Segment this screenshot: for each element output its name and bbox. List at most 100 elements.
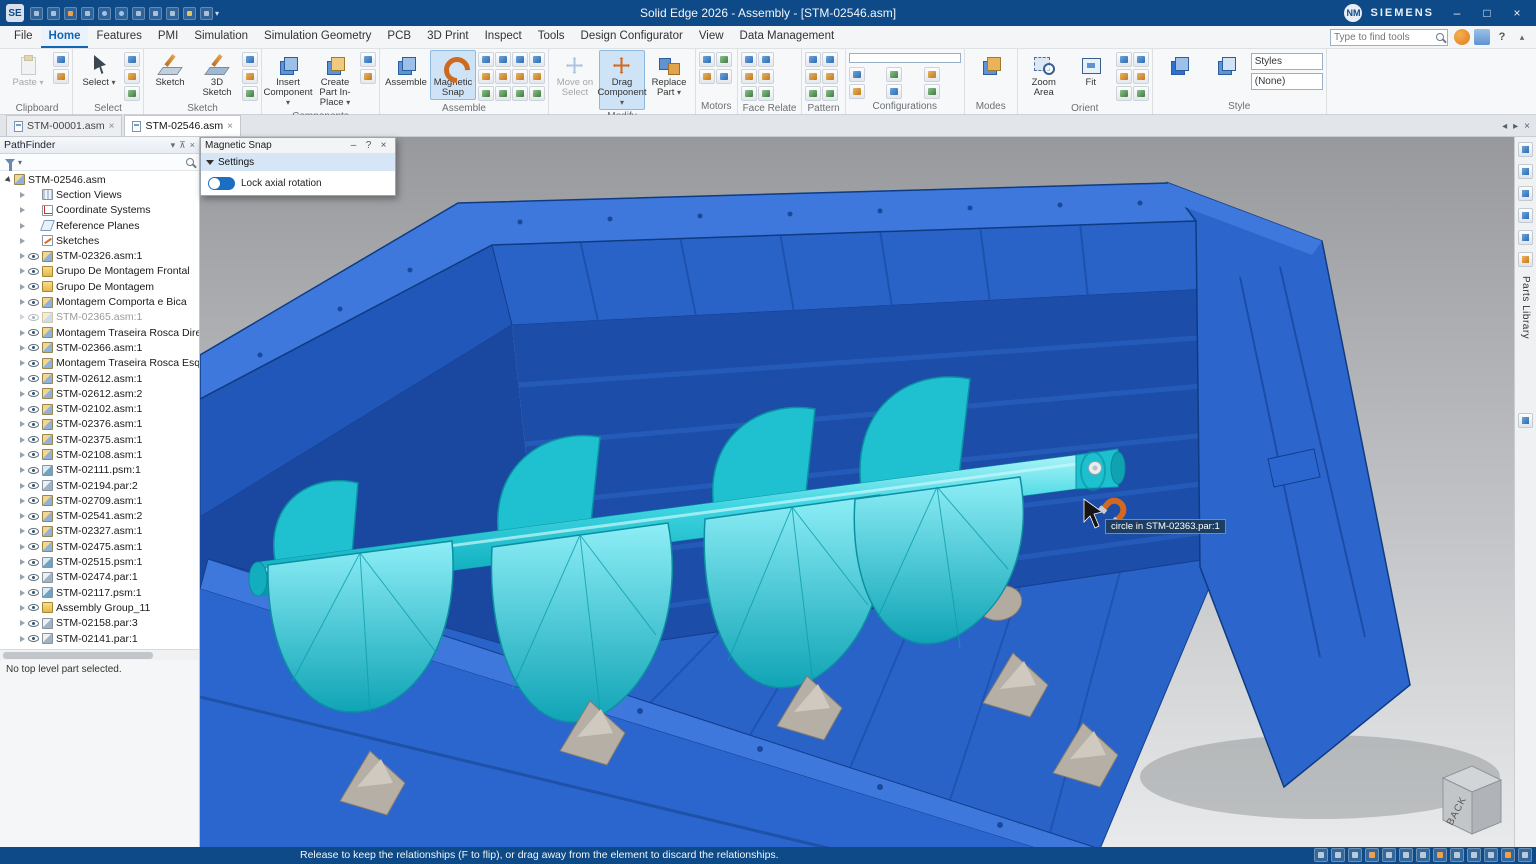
- style-cube-button[interactable]: [1156, 50, 1202, 79]
- rigid-icon[interactable]: [529, 86, 545, 101]
- duplicate-icon[interactable]: [822, 69, 838, 84]
- tree-item[interactable]: Montagem Traseira Rosca Esque: [0, 356, 199, 371]
- tree-item[interactable]: STM-02366.asm:1: [0, 340, 199, 355]
- help-icon[interactable]: [1494, 29, 1510, 45]
- close-tab-icon[interactable]: [227, 121, 233, 132]
- rotate-icon[interactable]: [1116, 69, 1132, 84]
- expand-icon[interactable]: [20, 253, 25, 259]
- visibility-eye-icon[interactable]: [28, 406, 39, 413]
- expand-icon[interactable]: [20, 192, 25, 198]
- tree-item[interactable]: STM-02158.par:3: [0, 616, 199, 631]
- look-at-face-icon[interactable]: [1450, 848, 1464, 862]
- visibility-eye-icon[interactable]: [28, 574, 39, 581]
- visibility-eye-icon[interactable]: [28, 451, 39, 458]
- expand-icon[interactable]: [20, 345, 25, 351]
- minimize-button[interactable]: –: [1442, 1, 1472, 25]
- style-icon[interactable]: [200, 7, 213, 20]
- visibility-eye-icon[interactable]: [28, 299, 39, 306]
- select-button[interactable]: Select: [76, 50, 122, 90]
- gear-icon[interactable]: [529, 69, 545, 84]
- ribbon-tab[interactable]: Inspect: [477, 26, 530, 48]
- zoom-area-button[interactable]: Zoom Area: [1021, 50, 1067, 100]
- expand-icon[interactable]: [20, 207, 25, 213]
- print-icon[interactable]: [81, 7, 94, 20]
- close-icon[interactable]: ×: [376, 140, 391, 151]
- parts-library-icon[interactable]: [1518, 252, 1533, 267]
- visibility-eye-icon[interactable]: [28, 314, 39, 321]
- tangent-icon[interactable]: [512, 69, 528, 84]
- expand-icon[interactable]: [20, 391, 25, 397]
- visibility-eye-icon[interactable]: [28, 482, 39, 489]
- sketch-3d-button[interactable]: 3D Sketch: [194, 50, 240, 100]
- macro-icon[interactable]: [183, 7, 196, 20]
- drag-component-button[interactable]: Drag Component: [599, 50, 645, 110]
- connect-icon[interactable]: [495, 86, 511, 101]
- parts-library-tab[interactable]: Parts Library: [1520, 276, 1531, 339]
- tree-item[interactable]: Assembly Group_11: [0, 600, 199, 615]
- pattern-table-icon[interactable]: [822, 52, 838, 67]
- sketch-plane-icon[interactable]: [242, 52, 258, 67]
- cut-icon[interactable]: [53, 52, 69, 67]
- view-wireframe-icon[interactable]: [1133, 69, 1149, 84]
- expand-icon[interactable]: [20, 376, 25, 382]
- ribbon-tab[interactable]: Home: [41, 26, 89, 48]
- pattern-icon[interactable]: [805, 52, 821, 67]
- dock-menu-icon[interactable]: ▾: [171, 140, 176, 151]
- copy-icon[interactable]: [149, 7, 162, 20]
- pan-icon[interactable]: [1399, 848, 1413, 862]
- expand-icon[interactable]: [20, 590, 25, 596]
- parallel-icon[interactable]: [529, 52, 545, 67]
- magnetic-snap-titlebar[interactable]: Magnetic Snap – ? ×: [201, 138, 395, 154]
- face-mate-icon[interactable]: [741, 52, 757, 67]
- ribbon-tab[interactable]: PMI: [150, 26, 186, 48]
- styles-dropdown[interactable]: Styles: [1251, 53, 1323, 70]
- move-on-select-button[interactable]: Move on Select: [552, 50, 598, 110]
- tree-item[interactable]: STM-02376.asm:1: [0, 417, 199, 432]
- tree-item[interactable]: STM-02194.par:2: [0, 478, 199, 493]
- tree-item[interactable]: STM-02108.asm:1: [0, 447, 199, 462]
- tree-item[interactable]: STM-02612.asm:2: [0, 386, 199, 401]
- window-layout-icon[interactable]: [1484, 848, 1498, 862]
- face-align-icon[interactable]: [741, 69, 757, 84]
- paste-button[interactable]: Paste: [5, 50, 51, 90]
- layers-icon[interactable]: [1518, 208, 1533, 223]
- expand-icon[interactable]: [20, 528, 25, 534]
- expand-icon[interactable]: [20, 498, 25, 504]
- tab-scroll-right-icon[interactable]: ▸: [1513, 121, 1518, 132]
- magnetic-snap-window[interactable]: Magnetic Snap – ? × Settings Lock axial …: [200, 137, 396, 196]
- grid-icon[interactable]: [242, 69, 258, 84]
- favorites-icon[interactable]: [1518, 142, 1533, 157]
- mate-icon[interactable]: [478, 69, 494, 84]
- ribbon-tab[interactable]: Design Configurator: [573, 26, 691, 48]
- visibility-eye-icon[interactable]: [28, 528, 39, 535]
- tree-item[interactable]: Section Views: [0, 187, 199, 202]
- ribbon-tab[interactable]: Features: [88, 26, 149, 48]
- duplicate-component-icon[interactable]: [360, 69, 376, 84]
- expand-icon[interactable]: [20, 330, 25, 336]
- customize-quick-access-icon[interactable]: ▾: [215, 9, 219, 18]
- face-angle-icon[interactable]: [758, 86, 774, 101]
- settings-section-header[interactable]: Settings: [201, 154, 395, 171]
- expand-icon[interactable]: [20, 284, 25, 290]
- filter-icon[interactable]: [5, 159, 15, 165]
- expand-icon[interactable]: [20, 559, 25, 565]
- expand-icon[interactable]: [20, 421, 25, 427]
- visibility-eye-icon[interactable]: [28, 390, 39, 397]
- tree-item[interactable]: STM-02326.asm:1: [0, 248, 199, 263]
- tree-item[interactable]: STM-02474.par:1: [0, 570, 199, 585]
- tree-item[interactable]: STM-02612.asm:1: [0, 371, 199, 386]
- sensors-icon[interactable]: [1518, 230, 1533, 245]
- 3d-model-scene[interactable]: BACK: [200, 137, 1514, 847]
- configurations-dropdown[interactable]: [849, 53, 961, 63]
- visibility-eye-icon[interactable]: [28, 513, 39, 520]
- zoom-icon[interactable]: [1365, 848, 1379, 862]
- ribbon-tab[interactable]: File: [6, 26, 41, 48]
- command-search[interactable]: [1330, 29, 1448, 46]
- expand-icon[interactable]: [20, 467, 25, 473]
- variant-table-icon[interactable]: [849, 84, 865, 99]
- close-tab-icon[interactable]: [109, 121, 115, 132]
- expand-icon[interactable]: [20, 620, 25, 626]
- visibility-eye-icon[interactable]: [28, 604, 39, 611]
- tree-item[interactable]: STM-02365.asm:1: [0, 310, 199, 325]
- visibility-eye-icon[interactable]: [28, 421, 39, 428]
